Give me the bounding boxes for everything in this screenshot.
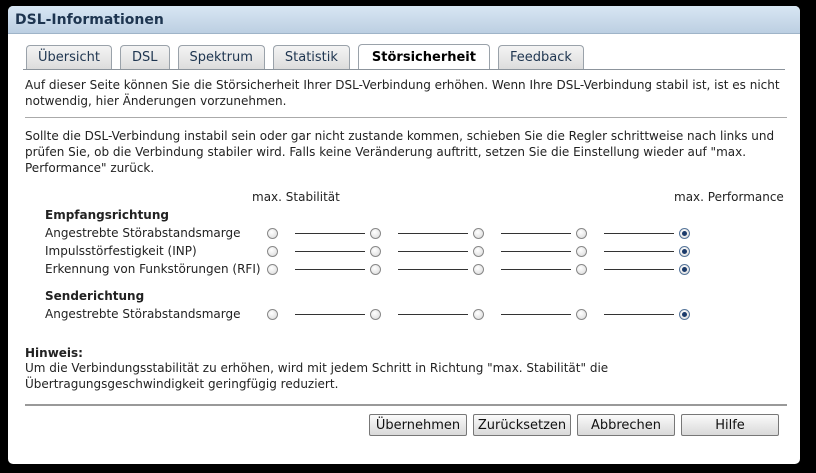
slider-track-segment: [398, 233, 468, 234]
slider-track-segment: [295, 233, 365, 234]
slider-step-radio[interactable]: [679, 246, 690, 257]
slider-step-radio[interactable]: [576, 264, 587, 275]
slider-track-segment: [295, 251, 365, 252]
slider-track-segment: [604, 233, 674, 234]
tab-bar: Übersicht DSL Spektrum Statistik Störsic…: [26, 44, 592, 70]
slider-track-segment: [398, 269, 468, 270]
slider-step-radio[interactable]: [473, 264, 484, 275]
tab-divider: [23, 69, 785, 70]
slider-track-segment: [501, 269, 571, 270]
group-title-sende: Senderichtung: [45, 289, 145, 303]
tab-spektrum[interactable]: Spektrum: [177, 45, 265, 69]
slider-track-segment: [398, 314, 468, 315]
row-label-empfang-rfi: Erkennung von Funkstörungen (RFI): [45, 262, 261, 276]
tab-statistik[interactable]: Statistik: [272, 45, 350, 69]
row-label-sende-stoerabstand: Angestrebte Störabstandsmarge: [45, 307, 241, 321]
slider-step-radio[interactable]: [473, 246, 484, 257]
footer-divider: [25, 404, 787, 406]
dsl-info-dialog: DSL-Informationen Übersicht DSL Spektrum…: [8, 6, 800, 464]
row-label-empfang-stoerabstand: Angestrebte Störabstandsmarge: [45, 226, 241, 240]
tab-stoersicherheit[interactable]: Störsicherheit: [357, 44, 490, 70]
slider-track-segment: [398, 251, 468, 252]
slider-step-radio[interactable]: [267, 228, 278, 239]
tab-feedback[interactable]: Feedback: [497, 45, 584, 69]
slider-step-radio[interactable]: [370, 246, 381, 257]
slider-step-radio[interactable]: [370, 264, 381, 275]
slider-track-segment: [501, 251, 571, 252]
slider-track-segment: [501, 314, 571, 315]
tab-dsl[interactable]: DSL: [119, 45, 170, 69]
slider-step-radio[interactable]: [473, 228, 484, 239]
slider-step-radio[interactable]: [576, 228, 587, 239]
slider-step-radio[interactable]: [679, 228, 690, 239]
slider-track-segment: [604, 314, 674, 315]
hint-title: Hinweis:: [25, 346, 83, 360]
slider-step-radio[interactable]: [370, 228, 381, 239]
section-divider: [25, 117, 787, 118]
slider-step-radio[interactable]: [679, 309, 690, 320]
slider-step-radio[interactable]: [576, 246, 587, 257]
slider-step-radio[interactable]: [370, 309, 381, 320]
slider-step-radio[interactable]: [679, 264, 690, 275]
slider-step-radio[interactable]: [267, 246, 278, 257]
instructions-text: Sollte die DSL-Verbindung instabil sein …: [25, 129, 775, 175]
hint-text: Um die Verbindungsstabilität zu erhöhen,…: [25, 361, 609, 391]
slider-step-radio[interactable]: [267, 264, 278, 275]
slider-track-segment: [501, 233, 571, 234]
row-label-empfang-inp: Impulsstörfestigkeit (INP): [45, 244, 197, 258]
reset-button[interactable]: Zurücksetzen: [473, 414, 571, 436]
slider-track-segment: [295, 314, 365, 315]
cancel-button[interactable]: Abbrechen: [577, 414, 675, 436]
slider-track-segment: [295, 269, 365, 270]
slider-step-radio[interactable]: [267, 309, 278, 320]
intro-text: Auf dieser Seite können Sie die Störsich…: [25, 78, 780, 108]
help-button[interactable]: Hilfe: [681, 414, 779, 436]
group-title-empfang: Empfangsrichtung: [45, 208, 169, 222]
slider-track-segment: [604, 269, 674, 270]
dialog-title: DSL-Informationen: [15, 11, 164, 28]
slider-step-radio[interactable]: [576, 309, 587, 320]
apply-button[interactable]: Übernehmen: [369, 414, 467, 436]
scale-left-label: max. Stabilität: [252, 190, 340, 204]
scale-right-label: max. Performance: [674, 190, 784, 204]
dialog-titlebar: DSL-Informationen: [8, 6, 800, 34]
slider-track-segment: [604, 251, 674, 252]
slider-step-radio[interactable]: [473, 309, 484, 320]
tab-uebersicht[interactable]: Übersicht: [26, 45, 112, 69]
